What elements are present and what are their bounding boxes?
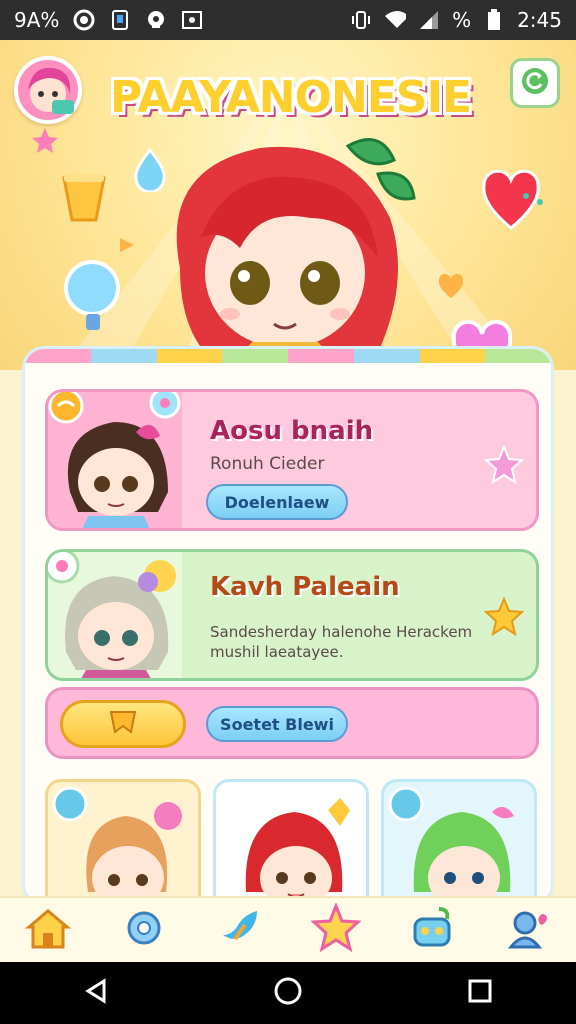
image-icon: [181, 9, 203, 31]
character-mini-card[interactable]: [45, 779, 201, 903]
favorite-star-icon[interactable]: [483, 444, 525, 488]
profile-icon: [505, 905, 551, 955]
balloon-icon: [64, 260, 120, 330]
character-name: Kavh Paleain: [210, 572, 400, 602]
character-name: Aosu bnaih: [210, 416, 374, 446]
card-action-button[interactable]: Doelenlaew: [206, 484, 348, 520]
character-subtitle: Ronuh Cieder: [210, 454, 325, 474]
hero-banner: PAAYANONESIE: [0, 40, 576, 370]
refresh-button[interactable]: [510, 58, 560, 108]
select-button[interactable]: Soetet Blewi: [206, 706, 348, 742]
card-badge-icon: [48, 392, 88, 432]
signal-icon: [418, 9, 440, 31]
sim-icon: [109, 9, 131, 31]
character-card[interactable]: Kavh Paleain Sandesherday halenohe Herac…: [45, 549, 539, 681]
refresh-icon: [520, 66, 550, 100]
battery-icon: [483, 9, 505, 31]
vibrate-icon: [350, 9, 372, 31]
robot-icon: [409, 905, 455, 955]
back-icon: [82, 977, 110, 1009]
card-badge-icon: [48, 552, 82, 590]
nav-profile[interactable]: [500, 902, 556, 958]
sparkle-dots-icon: [523, 193, 543, 205]
recents-icon: [466, 977, 494, 1009]
small-heart-icon: [438, 273, 464, 298]
candy-cup-icon: [62, 174, 106, 222]
character-portrait: [388, 786, 514, 903]
battery-percent: %: [452, 8, 472, 32]
nav-home[interactable]: [20, 902, 76, 958]
content-panel: Aosu bnaih Ronuh Cieder Doelenlaew Kavh …: [22, 346, 554, 906]
leaf-icon: [217, 905, 263, 955]
bottom-nav: [0, 896, 576, 962]
character-mini-card[interactable]: [213, 779, 369, 903]
nav-games[interactable]: [404, 902, 460, 958]
character-mini-card[interactable]: [381, 779, 537, 903]
status-left-text: 9A%: [14, 8, 60, 32]
favorite-star-icon[interactable]: [483, 596, 525, 640]
panel-color-stripe: [25, 349, 551, 363]
status-bar: 9A% % 2:45: [0, 0, 576, 40]
character-portrait: [52, 786, 182, 903]
action-row: Soetet Blewi: [45, 687, 539, 759]
home-circle-icon: [273, 976, 303, 1010]
android-recents-button[interactable]: [450, 968, 510, 1018]
star-icon: [310, 901, 362, 957]
home-icon: [24, 905, 72, 955]
character-portrait: [245, 798, 350, 903]
hero-character: [176, 138, 416, 358]
nav-favorites[interactable]: [308, 901, 364, 958]
record-icon: [73, 9, 95, 31]
character-card[interactable]: Aosu bnaih Ronuh Cieder Doelenlaew: [45, 389, 539, 531]
small-triangle-icon: [120, 238, 134, 252]
chat-bubble-icon: [107, 706, 139, 742]
nav-settings[interactable]: [116, 902, 172, 958]
gear-icon: [121, 905, 167, 955]
chat-button[interactable]: [60, 700, 186, 748]
android-home-button[interactable]: [258, 968, 318, 1018]
app-title: PAAYANONESIE: [110, 72, 472, 123]
nav-explore[interactable]: [212, 902, 268, 958]
user-avatar[interactable]: [14, 56, 82, 124]
character-description: Sandesherday halenohe Herackem mushil la…: [210, 623, 473, 661]
wifi-icon: [384, 9, 407, 31]
flower-sticker-icon: [148, 392, 182, 424]
notification-icon: [145, 9, 167, 31]
sparkle-star-icon: [32, 128, 58, 153]
android-nav-bar: [0, 962, 576, 1024]
android-back-button[interactable]: [66, 968, 126, 1018]
status-time: 2:45: [517, 8, 562, 32]
